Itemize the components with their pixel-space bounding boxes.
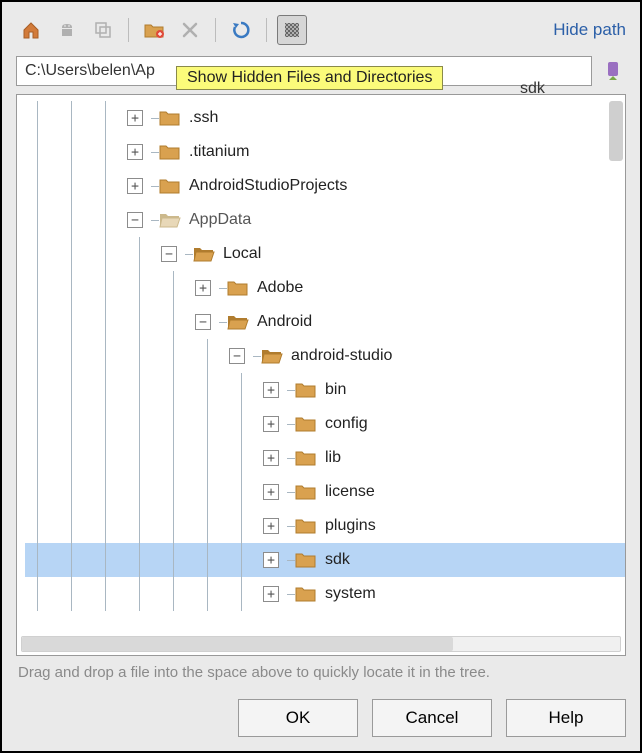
tree-node[interactable]: + Adobe	[25, 271, 625, 305]
separator	[128, 18, 129, 42]
tree-node[interactable]: + lib	[25, 441, 625, 475]
tree-node-label: .titanium	[189, 143, 249, 161]
delete-icon[interactable]	[175, 15, 205, 45]
tree-node-label: license	[325, 483, 375, 501]
tree-node-label: Local	[223, 245, 261, 263]
tree-node-label: system	[325, 585, 376, 603]
history-icon[interactable]	[600, 58, 626, 84]
tree-node-label: AndroidStudioProjects	[189, 177, 347, 195]
tooltip: Show Hidden Files and Directories	[176, 66, 443, 90]
folder-icon	[261, 347, 283, 365]
folder-icon	[295, 449, 317, 467]
folder-icon	[227, 279, 249, 297]
home-icon[interactable]	[16, 15, 46, 45]
folder-icon	[159, 109, 181, 127]
folder-icon	[227, 313, 249, 331]
folder-icon	[159, 143, 181, 161]
tree-node[interactable]: + config	[25, 407, 625, 441]
folder-icon	[295, 483, 317, 501]
horizontal-scrollbar[interactable]	[21, 636, 621, 652]
collapse-icon[interactable]: −	[161, 246, 177, 262]
tree-node[interactable]: − Local	[25, 237, 625, 271]
expand-icon[interactable]: +	[127, 110, 143, 126]
android-icon[interactable]	[52, 15, 82, 45]
collapse-icon[interactable]: −	[127, 212, 143, 228]
tree-node[interactable]: + .titanium	[25, 135, 625, 169]
tree-view[interactable]: + .ssh + .titanium + AndroidStudioProjects − Ap…	[16, 94, 626, 656]
tree-node-label: bin	[325, 381, 346, 399]
separator	[266, 18, 267, 42]
folder-icon	[159, 177, 181, 195]
expand-icon[interactable]: +	[263, 586, 279, 602]
folder-icon	[159, 211, 181, 229]
tree-node-label: sdk	[325, 551, 350, 569]
cancel-button[interactable]: Cancel	[372, 699, 492, 737]
refresh-icon[interactable]	[226, 15, 256, 45]
expand-icon[interactable]: +	[263, 552, 279, 568]
tree-node[interactable]: − AppData	[25, 203, 625, 237]
toolbar: Hide path	[16, 12, 626, 48]
tree-node-label: config	[325, 415, 368, 433]
expand-icon[interactable]: +	[263, 518, 279, 534]
separator	[215, 18, 216, 42]
tree-node-label: Android	[257, 313, 312, 331]
folder-icon	[295, 415, 317, 433]
expand-icon[interactable]: +	[263, 450, 279, 466]
expand-icon[interactable]: +	[195, 280, 211, 296]
expand-icon[interactable]: +	[263, 484, 279, 500]
new-folder-icon[interactable]	[139, 15, 169, 45]
expand-icon[interactable]: +	[127, 178, 143, 194]
folder-icon	[295, 551, 317, 569]
tree-node-label: lib	[325, 449, 341, 467]
folder-icon	[193, 245, 215, 263]
clone-icon[interactable]	[88, 15, 118, 45]
hide-path-link[interactable]: Hide path	[553, 20, 626, 40]
folder-icon	[295, 585, 317, 603]
tree-node-label: plugins	[325, 517, 376, 535]
tree-node[interactable]: + sdk	[25, 543, 625, 577]
tree-node[interactable]: + bin	[25, 373, 625, 407]
help-button[interactable]: Help	[506, 699, 626, 737]
tree-node[interactable]: + .ssh	[25, 101, 625, 135]
ok-button[interactable]: OK	[238, 699, 358, 737]
hint-text: Drag and drop a file into the space abov…	[18, 664, 624, 681]
tree-node[interactable]: − Android	[25, 305, 625, 339]
tree-node-label: .ssh	[189, 109, 218, 127]
expand-icon[interactable]: +	[263, 382, 279, 398]
tree-node[interactable]: + license	[25, 475, 625, 509]
expand-icon[interactable]: +	[127, 144, 143, 160]
collapse-icon[interactable]: −	[195, 314, 211, 330]
tree-node[interactable]: + system	[25, 577, 625, 611]
expand-icon[interactable]: +	[263, 416, 279, 432]
tree-node[interactable]: + plugins	[25, 509, 625, 543]
button-bar: OK Cancel Help	[16, 699, 626, 737]
folder-icon	[295, 381, 317, 399]
tree-node-label: AppData	[189, 211, 251, 229]
show-hidden-icon[interactable]	[277, 15, 307, 45]
scrollbar-thumb[interactable]	[22, 637, 453, 651]
tree-node-label: android-studio	[291, 347, 392, 365]
tree-node[interactable]: + AndroidStudioProjects	[25, 169, 625, 203]
folder-icon	[295, 517, 317, 535]
tree-node-label: Adobe	[257, 279, 303, 297]
tree-node[interactable]: − android-studio	[25, 339, 625, 373]
collapse-icon[interactable]: −	[229, 348, 245, 364]
